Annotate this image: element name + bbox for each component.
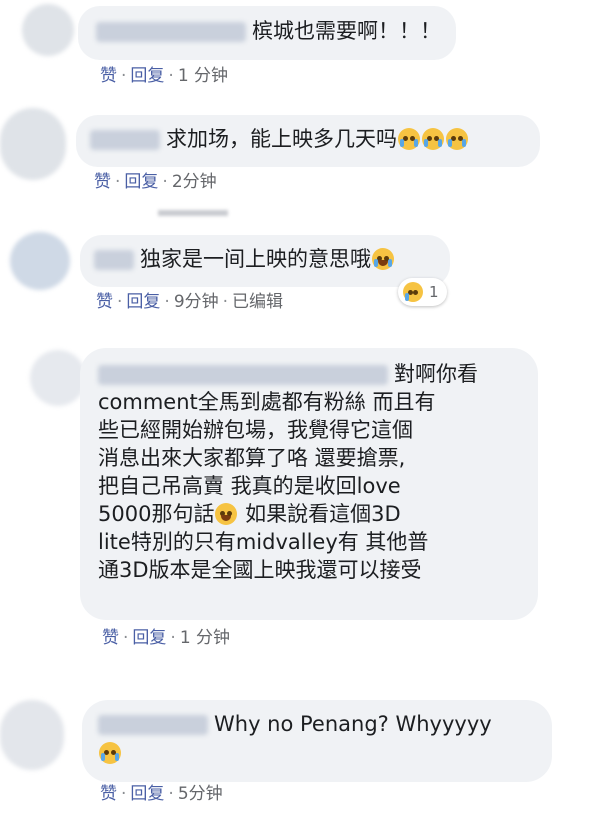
like-button[interactable]: 赞	[94, 172, 111, 192]
avatar[interactable]	[30, 350, 86, 406]
separator: ·	[222, 292, 229, 312]
crying-emoji-icon	[446, 128, 468, 150]
timestamp[interactable]: 5分钟	[178, 784, 223, 804]
comment-text: 5000那句話	[98, 502, 215, 526]
separator: ·	[168, 66, 174, 86]
comment-actions: 赞 · 回复 · 1 分钟	[102, 626, 230, 650]
comment-bubble: 槟城也需要啊！！！	[78, 6, 456, 60]
separator: ·	[121, 66, 127, 86]
separator: ·	[164, 292, 170, 312]
comment-text: 如果說看這個3D	[245, 502, 401, 526]
comment-line: comment全馬到處都有粉絲 而且有	[98, 390, 436, 414]
reply-button[interactable]: 回复	[132, 628, 166, 648]
reply-button[interactable]: 回复	[130, 66, 164, 86]
crying-emoji-icon	[422, 128, 444, 150]
like-button[interactable]: 赞	[100, 66, 117, 86]
comment-line: 消息出來大家都算了咯 還要搶票,	[98, 446, 406, 470]
separator: ·	[168, 784, 174, 804]
timestamp[interactable]: 9分钟	[174, 292, 219, 312]
avatar[interactable]	[0, 700, 64, 770]
like-button[interactable]: 赞	[100, 784, 117, 804]
edited-label[interactable]: 已编辑	[232, 292, 283, 312]
avatar[interactable]	[0, 108, 66, 180]
avatar[interactable]	[10, 232, 70, 290]
comment-text: 独家是一间上映的意思哦	[140, 247, 371, 271]
like-button[interactable]: 赞	[96, 292, 113, 312]
separator: ·	[170, 628, 176, 648]
comment-actions: 赞 · 回复 · 1 分钟	[100, 64, 228, 88]
timestamp[interactable]: 1 分钟	[180, 628, 230, 648]
author-name[interactable]	[98, 365, 388, 385]
reaction-count[interactable]: 1	[398, 278, 447, 306]
crying-emoji-icon	[99, 742, 121, 764]
like-button[interactable]: 赞	[102, 628, 119, 648]
comment-bubble: 對啊你看 comment全馬到處都有粉絲 而且有 些已經開始辦包場，我覺得它這個…	[80, 348, 538, 620]
comment-line: 5000那句話 如果說看這個3D	[98, 500, 520, 528]
reaction-count-number: 1	[429, 283, 439, 301]
comment-line: 些已經開始辦包場，我覺得它這個	[98, 418, 413, 442]
reply-button[interactable]: 回复	[130, 784, 164, 804]
author-name[interactable]	[94, 250, 134, 270]
sad-reaction-icon	[403, 282, 423, 302]
comment-bubble: Why no Penang? Whyyyyy	[82, 700, 552, 782]
comment-text: Why no Penang? Whyyyyy	[214, 712, 492, 736]
comment-line: 對啊你看	[98, 360, 520, 388]
separator: ·	[162, 172, 168, 192]
comment-line: 通3D版本是全國上映我還可以接受	[98, 558, 422, 582]
reply-button[interactable]: 回复	[126, 292, 160, 312]
comment-actions: 赞 · 回复 · 9分钟 · 已编辑	[96, 290, 283, 314]
tears-of-joy-emoji-icon	[372, 248, 394, 270]
comment-line: lite特別的只有midvalley有 其他普	[98, 530, 429, 554]
comment-bubble: 求加场，能上映多几天吗	[76, 115, 540, 167]
comment-line: Why no Penang? Whyyyyy	[98, 710, 536, 738]
comment-text: 槟城也需要啊！！！	[252, 19, 441, 43]
timestamp[interactable]: 1 分钟	[178, 66, 228, 86]
separator: ·	[115, 172, 121, 192]
comment-bubble: 独家是一间上映的意思哦	[80, 235, 450, 287]
comment-actions: 赞 · 回复 · 2分钟	[94, 170, 217, 194]
author-name[interactable]	[96, 22, 246, 42]
comment-text: 求加场，能上映多几天吗	[166, 127, 397, 151]
comment-line: 把自己吊高賣 我真的是收回love	[98, 474, 401, 498]
avatar[interactable]	[22, 4, 74, 56]
author-name[interactable]	[90, 130, 160, 150]
grinning-sweat-emoji-icon	[215, 503, 238, 525]
comment-text: 對啊你看	[394, 362, 478, 386]
author-name[interactable]	[98, 715, 208, 735]
separator: ·	[123, 628, 129, 648]
timestamp[interactable]: 2分钟	[172, 172, 217, 192]
separator: ·	[117, 292, 123, 312]
comment-actions: 赞 · 回复 · 5分钟	[100, 782, 223, 806]
reply-button[interactable]: 回复	[124, 172, 158, 192]
stray-text-fragment	[158, 210, 228, 216]
crying-emoji-icon	[398, 128, 420, 150]
separator: ·	[121, 784, 127, 804]
